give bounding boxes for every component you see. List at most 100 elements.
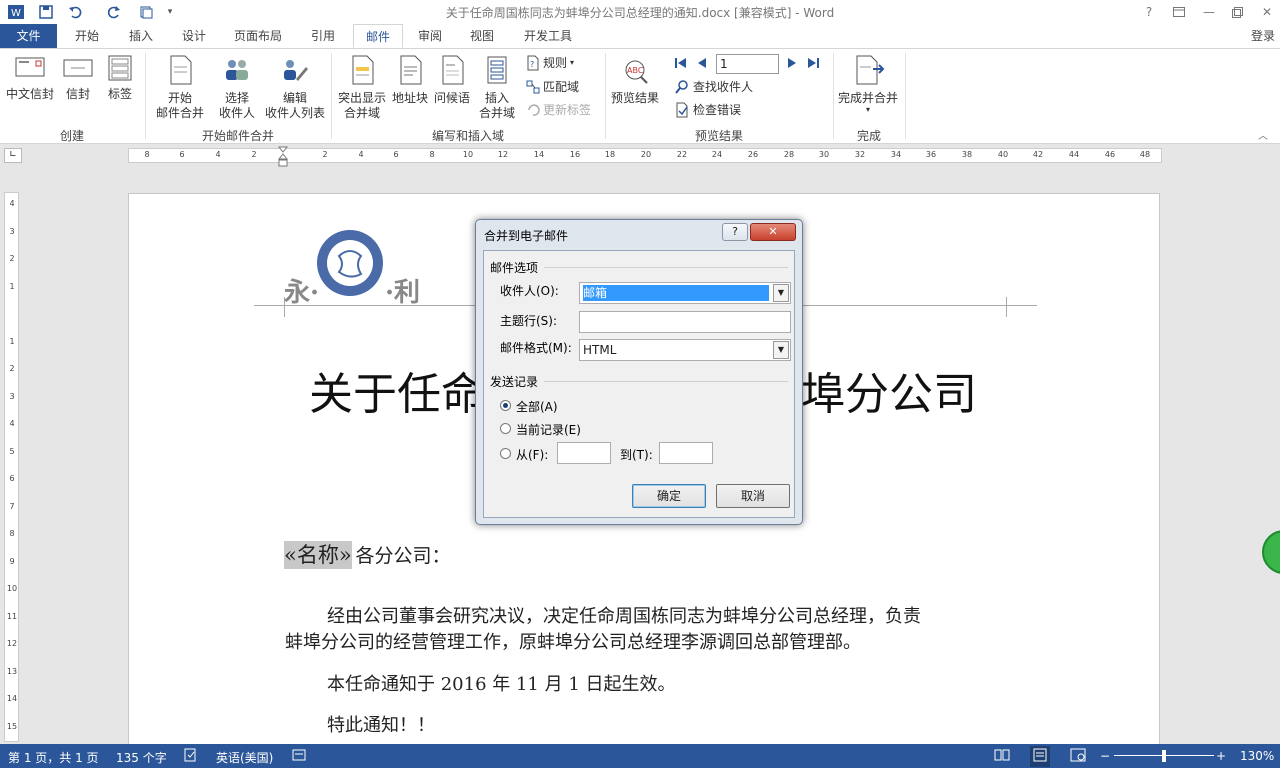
indent-marker-icon[interactable]	[277, 146, 289, 168]
update-labels-icon	[528, 104, 540, 116]
subject-input[interactable]	[579, 311, 791, 333]
finish-merge-button[interactable]: 完成并合并 ▾	[836, 55, 900, 114]
select-recipients-button[interactable]: 选择 收件人	[212, 55, 262, 121]
tab-review[interactable]: 审阅	[406, 24, 454, 48]
to-dropdown[interactable]: 邮箱 ▼	[579, 282, 791, 304]
tab-selector-icon[interactable]: ∟	[4, 148, 22, 163]
group-label-start-merge: 开始邮件合并	[201, 129, 274, 143]
tab-mailings[interactable]: 邮件	[353, 24, 403, 48]
ruler-tick: 2	[322, 150, 328, 159]
chevron-down-icon[interactable]: ▼	[773, 341, 789, 359]
radio-from-label[interactable]: 从(F):	[516, 446, 548, 463]
chinese-envelope-button[interactable]: 中文信封	[4, 55, 56, 102]
envelope-button[interactable]: 信封	[60, 55, 96, 102]
read-mode-icon[interactable]	[994, 747, 1010, 766]
tab-design[interactable]: 设计	[170, 24, 218, 48]
address-block-button[interactable]: 地址块	[390, 55, 430, 106]
web-layout-icon[interactable]	[1070, 747, 1086, 766]
greeting-line-button[interactable]: 问候语	[432, 55, 472, 106]
radio-current[interactable]	[500, 423, 511, 434]
radio-current-label[interactable]: 当前记录(E)	[516, 421, 581, 438]
first-record-button[interactable]	[674, 53, 688, 73]
collapse-ribbon-icon[interactable]: ︿	[1258, 127, 1268, 142]
ruler-tick: 10	[462, 150, 474, 159]
ruler-tick: 1	[9, 337, 15, 346]
to-range-label: 到(T):	[620, 448, 653, 462]
ruler-tick: 12	[6, 639, 18, 648]
previous-record-button[interactable]	[696, 53, 708, 73]
ruler-tick: 18	[604, 150, 616, 159]
match-fields-button[interactable]: 匹配域	[526, 77, 579, 97]
page-count[interactable]: 第 1 页，共 1 页	[8, 749, 99, 766]
chevron-down-icon[interactable]: ▼	[773, 284, 789, 302]
last-record-button[interactable]	[806, 53, 820, 73]
doc-title-left: 关于任命	[309, 369, 485, 420]
paragraph-2: 本任命通知于 2016 年 11 月 1 日起生效。	[327, 674, 676, 695]
to-range-input[interactable]	[659, 442, 713, 464]
zoom-out-icon[interactable]: −	[1100, 749, 1110, 763]
format-dropdown[interactable]: HTML ▼	[579, 339, 791, 361]
floating-badge-icon[interactable]	[1262, 530, 1280, 574]
ruler-tick: 40	[997, 150, 1009, 159]
ribbon-tabs: 文件 开始 插入 设计 页面布局 引用 邮件 审阅 视图 开发工具 登录	[0, 24, 1280, 48]
record-number-input[interactable]: 1	[716, 54, 779, 74]
zoom-level[interactable]: 130%	[1240, 749, 1274, 763]
ribbon-display-icon[interactable]	[1164, 0, 1194, 24]
update-labels-button[interactable]: 更新标签	[526, 100, 591, 120]
print-layout-icon[interactable]	[1030, 746, 1050, 767]
language-indicator[interactable]: 英语(美国)	[216, 749, 273, 766]
radio-from[interactable]	[500, 448, 511, 459]
radio-all[interactable]	[500, 400, 511, 411]
envelope-icon	[15, 57, 45, 77]
tab-view[interactable]: 视图	[458, 24, 506, 48]
sign-in-link[interactable]: 登录	[1246, 24, 1280, 48]
from-input[interactable]	[557, 442, 611, 464]
tab-file[interactable]: 文件	[0, 24, 57, 48]
next-record-button[interactable]	[786, 53, 798, 73]
rules-button[interactable]: ? 规则 ▾	[526, 53, 574, 73]
find-recipient-button[interactable]: 查找收件人	[674, 77, 753, 97]
labels-button[interactable]: 标签	[102, 55, 138, 102]
tab-developer[interactable]: 开发工具	[512, 24, 584, 48]
highlight-merge-fields-button[interactable]: 突出显示 合并域	[334, 55, 390, 121]
tab-page-layout[interactable]: 页面布局	[224, 24, 292, 48]
preview-results-button[interactable]: ABC 预览结果	[608, 59, 662, 106]
edit-people-icon	[284, 60, 308, 81]
tab-references[interactable]: 引用	[298, 24, 348, 48]
ruler-tick: 8	[144, 150, 150, 159]
dialog-help-button[interactable]: ?	[722, 223, 748, 241]
find-recipient-icon	[675, 80, 688, 94]
zoom-slider-thumb[interactable]	[1162, 750, 1166, 762]
tab-insert[interactable]: 插入	[116, 24, 166, 48]
merge-field[interactable]: «名称»	[284, 541, 352, 569]
tab-home[interactable]: 开始	[62, 24, 112, 48]
ruler-tick: 4	[9, 199, 15, 208]
macro-record-icon[interactable]	[292, 747, 306, 766]
start-mail-merge-button[interactable]: 开始 邮件合并	[150, 55, 210, 121]
insert-merge-field-button[interactable]: 插入 合并域	[472, 55, 522, 121]
to-label: 收件人(O):	[500, 284, 559, 298]
close-window-icon[interactable]: ✕	[1252, 0, 1280, 24]
word-count[interactable]: 135 个字	[116, 749, 167, 766]
radio-all-label[interactable]: 全部(A)	[516, 398, 558, 415]
ok-button[interactable]: 确定	[632, 484, 706, 508]
restore-icon[interactable]	[1222, 0, 1252, 24]
zoom-in-icon[interactable]: +	[1216, 749, 1226, 763]
help-icon[interactable]: ?	[1134, 0, 1164, 24]
section-divider	[544, 267, 788, 268]
group-label-preview: 预览结果	[694, 129, 743, 143]
ruler-tick: 44	[1068, 150, 1080, 159]
proofing-icon[interactable]	[184, 747, 198, 766]
ruler-tick: 8	[9, 529, 15, 538]
edit-recipient-list-button[interactable]: 编辑 收件人列表	[262, 55, 328, 121]
ruler-tick: 4	[358, 150, 364, 159]
check-errors-button[interactable]: 检查错误	[674, 100, 741, 120]
cancel-button[interactable]: 取消	[716, 484, 790, 508]
highlight-icon	[352, 55, 374, 85]
dialog-close-button[interactable]: ✕	[750, 223, 796, 241]
vertical-ruler[interactable]: 4 3 2 1 1 2 3 4 5 6 7 8 9 10 11 12 13 14 15	[4, 192, 19, 742]
rules-icon: ?	[527, 55, 539, 71]
minimize-icon[interactable]: —	[1194, 0, 1224, 24]
group-label-create: 创建	[59, 129, 84, 143]
ruler-tick: 9	[9, 557, 15, 566]
